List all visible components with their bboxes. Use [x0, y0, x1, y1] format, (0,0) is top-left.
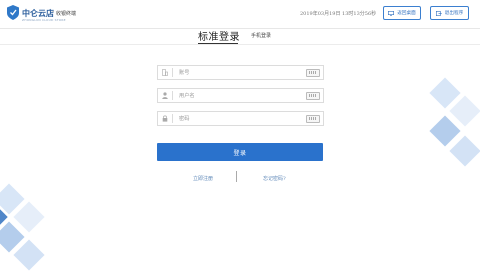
tab-phone-login[interactable]: 手机登录: [251, 32, 271, 39]
top-bar: 中仑云店 ZHONGLUN CLOUD STORE · 收银终端 2019年03…: [0, 0, 480, 29]
brand-separator: ·: [52, 8, 55, 16]
keyboard-icon[interactable]: [306, 68, 320, 77]
terminal-label: 收银终端: [56, 11, 77, 17]
password-input[interactable]: 密码: [179, 115, 306, 122]
shield-logo-icon: [7, 5, 19, 20]
link-divider: [236, 171, 237, 182]
login-button[interactable]: 登录: [157, 143, 323, 161]
field-divider: [172, 114, 173, 123]
monitor-icon: [388, 10, 395, 16]
register-link[interactable]: 立即注册: [193, 175, 213, 182]
password-field[interactable]: 密码: [157, 111, 324, 126]
keyboard-icon[interactable]: [306, 91, 320, 100]
account-input[interactable]: 账号: [179, 69, 306, 76]
lock-icon: [158, 112, 172, 125]
building-icon: [158, 66, 172, 79]
user-icon: [158, 89, 172, 102]
tab-divider: [0, 44, 480, 45]
field-divider: [172, 91, 173, 100]
username-field[interactable]: 用户名: [157, 88, 324, 103]
datetime-display: 2019年03月19日 13时13分56秒: [300, 11, 377, 17]
forgot-password-link[interactable]: 忘记密码?: [263, 175, 286, 182]
exit-program-button[interactable]: 退出程序: [430, 6, 469, 20]
return-desktop-label: 返回桌面: [397, 11, 416, 16]
exit-icon: [435, 10, 442, 16]
keyboard-icon[interactable]: [306, 114, 320, 123]
field-divider: [172, 68, 173, 77]
left-decoration: [0, 180, 60, 271]
exit-program-label: 退出程序: [444, 11, 464, 16]
tab-standard-login[interactable]: 标准登录: [198, 28, 240, 43]
brand-subtitle: ZHONGLUN CLOUD STORE: [22, 18, 66, 22]
return-desktop-button[interactable]: 返回桌面: [383, 6, 421, 20]
right-decoration: [420, 70, 480, 180]
username-input[interactable]: 用户名: [179, 92, 306, 99]
account-field[interactable]: 账号: [157, 65, 324, 80]
